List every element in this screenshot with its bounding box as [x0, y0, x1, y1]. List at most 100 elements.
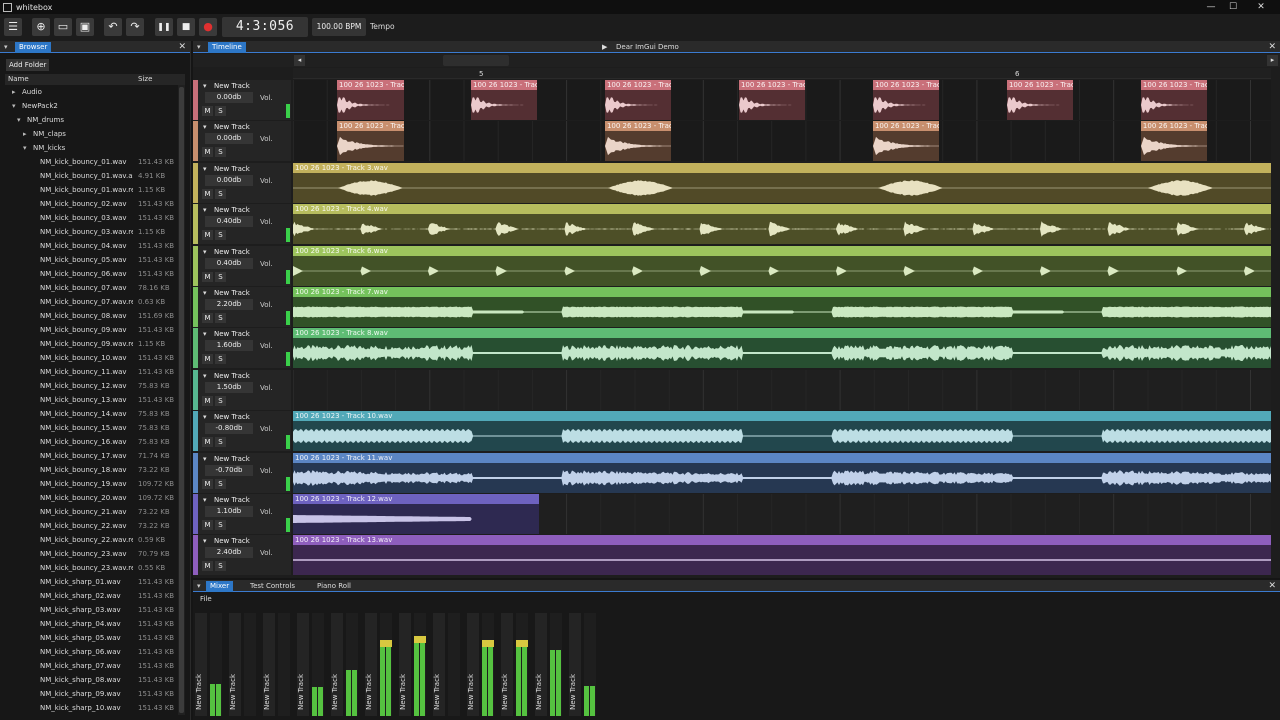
solo-button[interactable]: S: [215, 230, 226, 241]
file-row[interactable]: NM_kick_bouncy_19.wav 109.72 KB: [5, 477, 185, 491]
track-header[interactable]: ▾ New Track 2.20db Vol. M S: [193, 287, 291, 327]
track-volume-field[interactable]: 0.40db: [205, 257, 253, 269]
audio-clip[interactable]: 100 26 1023 - Track 8.wav: [293, 328, 1271, 369]
mixer-channel[interactable]: New Track: [331, 613, 359, 717]
track-name[interactable]: New Track: [214, 413, 250, 422]
file-row[interactable]: NM_kick_bouncy_01.wav 151.43 KB: [5, 155, 185, 169]
mute-button[interactable]: M: [202, 313, 213, 323]
track-header[interactable]: ▾ New Track 0.40db Vol. M S: [193, 204, 291, 245]
file-row[interactable]: NM_kick_bouncy_10.wav 151.43 KB: [5, 351, 185, 365]
track-collapse-icon[interactable]: ▾: [203, 82, 207, 90]
audio-clip[interactable]: 100 26 1023 - Track 12.wav: [293, 494, 540, 534]
track-header[interactable]: ▾ New Track 0.40db Vol. M S: [193, 245, 291, 286]
add-folder-button[interactable]: Add Folder: [6, 59, 50, 71]
stop-icon[interactable]: ■: [177, 18, 195, 36]
track-collapse-icon[interactable]: ▾: [203, 289, 207, 297]
new-project-icon[interactable]: ⊕: [32, 18, 50, 36]
track-volume-field[interactable]: -0.80db: [205, 423, 253, 435]
timeline-hscroll[interactable]: ◂ ▸: [193, 54, 1280, 67]
audio-clip[interactable]: 100 26 1023 - Track 2.wav: [872, 121, 940, 162]
solo-button[interactable]: S: [215, 395, 226, 406]
track-name[interactable]: New Track: [214, 455, 250, 464]
folder-row[interactable]: ▸ Audio: [5, 85, 185, 99]
fader-track[interactable]: New Track: [535, 613, 547, 716]
mixer-channel[interactable]: New Track: [297, 613, 325, 717]
fader-track[interactable]: New Track: [263, 613, 275, 716]
track-volume-field[interactable]: 0.00db: [205, 92, 253, 103]
track-collapse-icon[interactable]: ▾: [203, 165, 207, 173]
audio-clip[interactable]: 100 26 1023 - Track 2.wav: [1140, 121, 1208, 162]
track-lane[interactable]: 100 26 1023 - Track 12.wav: [293, 494, 1271, 534]
file-row[interactable]: NM_kick_bouncy_12.wav 75.83 KB: [5, 379, 185, 393]
track-lane[interactable]: 100 26 1023 - Track 4.wav: [293, 204, 1271, 245]
collapse-icon[interactable]: ▾: [197, 581, 201, 592]
mute-button[interactable]: M: [202, 395, 213, 406]
collapsed-arrow-icon[interactable]: ▸: [23, 127, 27, 141]
mixer-channel[interactable]: New Track: [229, 613, 257, 717]
menu-icon[interactable]: ☰: [4, 18, 22, 36]
maximize-button[interactable]: ☐: [1220, 0, 1246, 14]
mixer-channel[interactable]: New Track: [399, 613, 427, 717]
solo-button[interactable]: S: [215, 354, 226, 365]
track-name[interactable]: New Track: [214, 82, 250, 91]
track-lane[interactable]: 100 26 1023 - Track 13.wav: [293, 535, 1271, 576]
fader-track[interactable]: New Track: [195, 613, 207, 716]
file-row[interactable]: NM_kick_bouncy_22.wav 73.22 KB: [5, 519, 185, 533]
file-row[interactable]: NM_kick_bouncy_21.wav 73.22 KB: [5, 505, 185, 519]
solo-button[interactable]: S: [215, 313, 226, 323]
track-volume-field[interactable]: 2.40db: [205, 547, 253, 559]
file-row[interactable]: NM_kick_sharp_03.wav 151.43 KB: [5, 603, 185, 617]
file-row[interactable]: NM_kick_bouncy_01.wav.reapeaks 1.15 KB: [5, 183, 185, 197]
file-menu[interactable]: File: [200, 595, 212, 603]
audio-clip[interactable]: 100 26 1023 - Track 1.wav: [872, 80, 940, 120]
file-row[interactable]: NM_kick_sharp_09.wav 151.43 KB: [5, 687, 185, 701]
folder-row[interactable]: ▾ NM_kicks: [5, 141, 185, 155]
mute-button[interactable]: M: [202, 354, 213, 365]
file-row[interactable]: NM_kick_sharp_07.wav 151.43 KB: [5, 659, 185, 673]
mute-button[interactable]: M: [202, 437, 213, 448]
expanded-arrow-icon[interactable]: ▾: [17, 113, 21, 127]
redo-icon[interactable]: ↷: [126, 18, 144, 36]
track-header[interactable]: ▾ New Track 0.00db Vol. M S: [193, 121, 291, 162]
mute-button[interactable]: M: [202, 561, 213, 572]
track-collapse-icon[interactable]: ▾: [203, 537, 207, 545]
scroll-right-button[interactable]: ▸: [1267, 55, 1278, 66]
tab-mixer[interactable]: Mixer: [206, 581, 234, 592]
solo-button[interactable]: S: [215, 106, 226, 116]
fader-track[interactable]: New Track: [365, 613, 377, 716]
mixer-channel[interactable]: New Track: [467, 613, 495, 717]
track-name[interactable]: New Track: [214, 537, 250, 546]
file-row[interactable]: NM_kick_sharp_04.wav 151.43 KB: [5, 617, 185, 631]
audio-clip[interactable]: 100 26 1023 - Track 4.wav: [293, 204, 1271, 245]
track-lane[interactable]: 100 26 1023 - Track 11.wav: [293, 452, 1271, 493]
pause-icon[interactable]: ❚❚: [155, 18, 173, 36]
expanded-arrow-icon[interactable]: ▾: [23, 141, 27, 155]
file-row[interactable]: NM_kick_bouncy_06.wav 151.43 KB: [5, 267, 185, 281]
track-volume-field[interactable]: 2.20db: [205, 299, 253, 310]
track-lane[interactable]: 100 26 1023 - Track 7.wav: [293, 287, 1271, 327]
mixer-channel[interactable]: New Track: [501, 613, 529, 717]
save-icon[interactable]: ▣: [76, 18, 94, 36]
track-volume-field[interactable]: 0.00db: [205, 133, 253, 145]
folder-row[interactable]: ▸ NM_claps: [5, 127, 185, 141]
ruler[interactable]: 5 6: [293, 68, 1271, 79]
track-header[interactable]: ▾ New Track -0.80db Vol. M S: [193, 411, 291, 452]
open-folder-icon[interactable]: ▭: [54, 18, 72, 36]
track-collapse-icon[interactable]: ▾: [203, 248, 207, 256]
undo-icon[interactable]: ↶: [104, 18, 122, 36]
track-name[interactable]: New Track: [214, 372, 250, 381]
track-collapse-icon[interactable]: ▾: [203, 496, 207, 504]
file-row[interactable]: NM_kick_bouncy_03.wav.reapeaks 1.15 KB: [5, 225, 185, 239]
close-browser-button[interactable]: ✕: [178, 41, 186, 53]
fader-track[interactable]: New Track: [433, 613, 445, 716]
file-row[interactable]: NM_kick_bouncy_07.wav 78.16 KB: [5, 281, 185, 295]
file-row[interactable]: NM_kick_bouncy_04.wav 151.43 KB: [5, 239, 185, 253]
audio-clip[interactable]: 100 26 1023 - Track 7.wav: [293, 287, 1271, 327]
track-lane[interactable]: 100 26 1023 - Track 10.wav: [293, 411, 1271, 452]
track-collapse-icon[interactable]: ▾: [203, 206, 207, 214]
file-row[interactable]: NM_kick_bouncy_13.wav 151.43 KB: [5, 393, 185, 407]
mute-button[interactable]: M: [202, 230, 213, 241]
track-header[interactable]: ▾ New Track -0.70db Vol. M S: [193, 452, 291, 493]
browser-scrollbar[interactable]: [178, 85, 185, 715]
mixer-channel[interactable]: New Track: [195, 613, 223, 717]
